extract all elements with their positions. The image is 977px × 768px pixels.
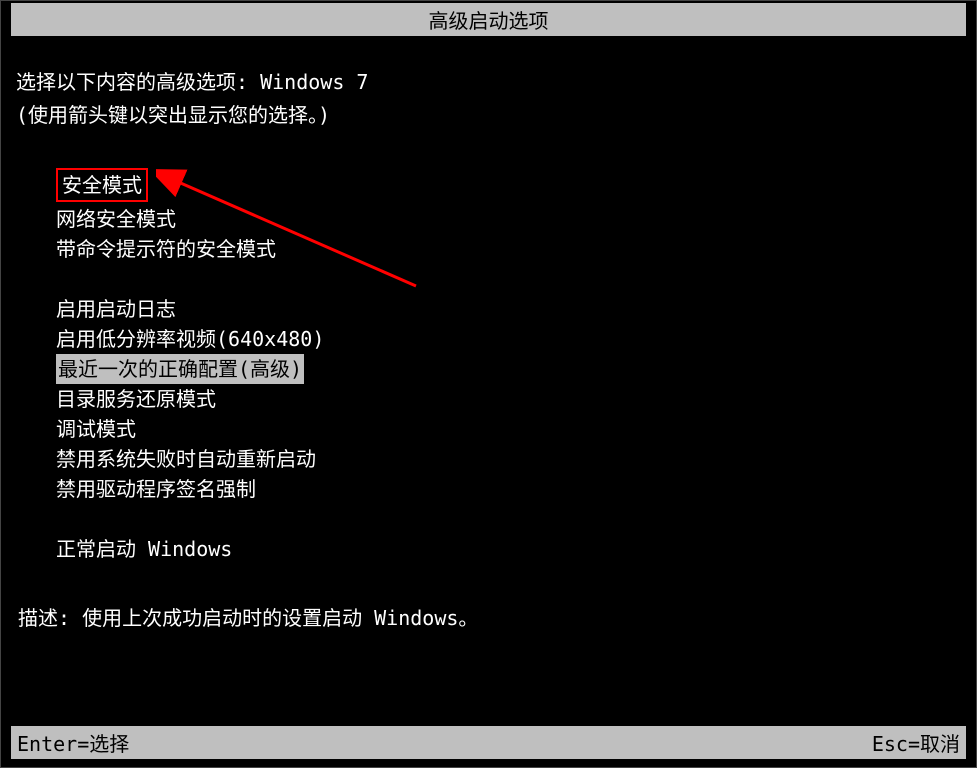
prompt-line-1: 选择以下内容的高级选项: Windows 7 [16, 66, 961, 95]
footer-enter-hint: Enter=选择 [17, 728, 129, 757]
description-line: 描述: 使用上次成功启动时的设置启动 Windows。 [16, 602, 961, 631]
option-boot-logging[interactable]: 启用启动日志 [56, 294, 961, 324]
title-bar: 高级启动选项 [11, 3, 966, 36]
option-low-res-video[interactable]: 启用低分辨率视频(640x480) [56, 324, 961, 354]
option-ds-restore-mode[interactable]: 目录服务还原模式 [56, 384, 961, 414]
option-safe-mode-networking[interactable]: 网络安全模式 [56, 204, 961, 234]
section-gap [56, 264, 961, 294]
option-disable-auto-restart[interactable]: 禁用系统失败时自动重新启动 [56, 444, 961, 474]
description-label: 描述: [18, 606, 82, 630]
boot-options-list: 安全模式 网络安全模式 带命令提示符的安全模式 启用启动日志 启用低分辨率视频(… [56, 168, 961, 564]
option-start-windows-normally[interactable]: 正常启动 Windows [56, 534, 961, 564]
prompt-line-2: (使用箭头键以突出显示您的选择。) [16, 99, 961, 128]
option-debug-mode[interactable]: 调试模式 [56, 414, 961, 444]
option-disable-driver-signature[interactable]: 禁用驱动程序签名强制 [56, 474, 961, 504]
option-last-known-good[interactable]: 最近一次的正确配置(高级) [56, 354, 304, 384]
footer-bar: Enter=选择 Esc=取消 [11, 726, 966, 759]
prompt-prefix: 选择以下内容的高级选项: [16, 70, 260, 94]
main-content: 选择以下内容的高级选项: Windows 7 (使用箭头键以突出显示您的选择。)… [1, 36, 976, 631]
footer-esc-hint: Esc=取消 [872, 728, 960, 757]
section-gap [56, 504, 961, 534]
title-text: 高级启动选项 [429, 9, 549, 33]
description-text: 使用上次成功启动时的设置启动 Windows。 [82, 606, 478, 630]
os-name: Windows 7 [260, 70, 368, 94]
option-safe-mode-command-prompt[interactable]: 带命令提示符的安全模式 [56, 234, 961, 264]
option-safe-mode[interactable]: 安全模式 [56, 168, 148, 202]
